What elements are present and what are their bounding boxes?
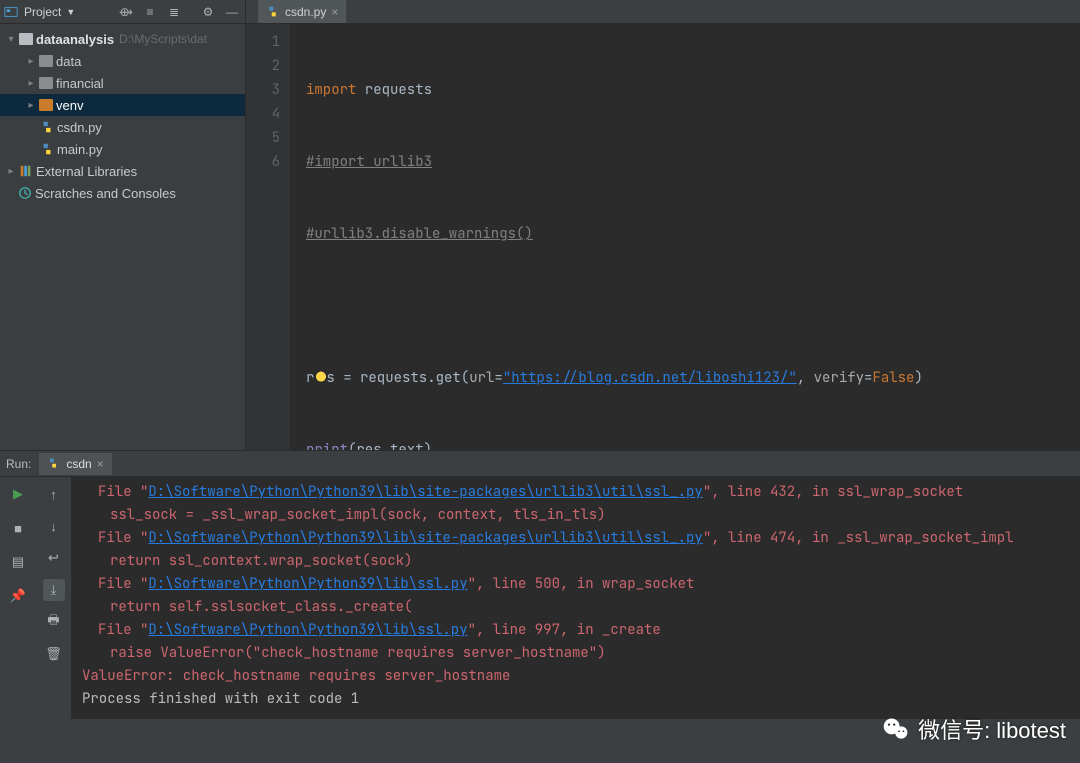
run-header: Run: csdn × <box>0 451 1080 477</box>
line-number: 4 <box>246 102 280 126</box>
tab-label: csdn.py <box>285 5 326 19</box>
tree-item-financial[interactable]: ▸ financial <box>0 72 245 94</box>
code-text: s = requests.get( <box>326 366 469 390</box>
editor-tab-csdn[interactable]: csdn.py × <box>258 0 346 23</box>
project-icon <box>4 5 18 19</box>
folder-icon <box>39 55 53 67</box>
builtin-print: print <box>306 438 348 450</box>
comment: #import urllib3 <box>306 150 432 174</box>
project-label[interactable]: Project <box>24 5 61 19</box>
run-nav-gutter: ↑ ↓ ↩ ⤓ 🖶 🗑 <box>36 477 72 719</box>
chevron-right-icon[interactable]: ▸ <box>6 166 16 177</box>
down-arrow-icon[interactable]: ↓ <box>43 515 65 537</box>
kw-import: import <box>306 78 356 102</box>
folder-icon <box>39 77 53 89</box>
line-number: 1 <box>246 30 280 54</box>
chevron-right-icon[interactable]: ▸ <box>26 56 36 67</box>
soft-wrap-icon[interactable]: ↩ <box>43 547 65 569</box>
param: url <box>469 366 494 390</box>
run-console[interactable]: File "D:\Software\Python\Python39\lib\si… <box>72 477 1080 719</box>
run-label: Run: <box>6 457 31 471</box>
collapse-all-icon[interactable]: ≣ <box>165 3 183 21</box>
chevron-right-icon[interactable]: ▸ <box>26 78 36 89</box>
line-number: 2 <box>246 54 280 78</box>
root-path: D:\MyScripts\dat <box>119 32 207 46</box>
run-tab-csdn[interactable]: csdn × <box>39 453 111 475</box>
python-file-icon <box>47 457 61 471</box>
chevron-down-icon[interactable]: ▼ <box>66 7 75 17</box>
editor-tabbar: csdn.py × <box>246 0 1080 24</box>
trash-icon[interactable]: 🗑 <box>43 643 65 665</box>
line-number: 6 <box>246 150 280 174</box>
root-name: dataanalysis <box>36 32 114 47</box>
param: verify <box>814 366 864 390</box>
editor-area: csdn.py × 1 2 3 4 5 6 import requests #i… <box>246 0 1080 450</box>
tree-label: csdn.py <box>57 120 102 135</box>
code-text: (res.text <box>348 438 424 450</box>
print-icon[interactable]: 🖶 <box>43 611 65 633</box>
code-editor[interactable]: 1 2 3 4 5 6 import requests #import urll… <box>246 24 1080 450</box>
python-file-icon <box>266 5 280 19</box>
chevron-right-icon[interactable]: ▸ <box>26 100 36 111</box>
tree-item-venv[interactable]: ▸ venv <box>0 94 245 116</box>
code-text: ) <box>424 438 432 450</box>
hide-icon[interactable]: — <box>223 3 241 21</box>
line-number: 5 <box>246 126 280 150</box>
url-string: "https://blog.csdn.net/liboshi123/" <box>503 366 797 390</box>
tree-item-external[interactable]: ▸ External Libraries <box>0 160 245 182</box>
tree-label: External Libraries <box>36 164 137 179</box>
expand-all-icon[interactable]: ≡ <box>141 3 159 21</box>
code-body[interactable]: import requests #import urllib3 #urllib3… <box>290 24 1080 450</box>
folder-icon <box>19 33 33 45</box>
run-tab-label: csdn <box>66 457 91 471</box>
pin-icon[interactable]: 📌 <box>7 585 29 607</box>
tree-label: financial <box>56 76 104 91</box>
folder-icon <box>39 99 53 111</box>
watermark: 微信号: libotest <box>882 713 1066 745</box>
close-icon[interactable]: × <box>331 5 338 19</box>
chevron-down-icon[interactable]: ▾ <box>6 34 16 45</box>
tree-label: Scratches and Consoles <box>35 186 176 201</box>
project-tool-window: Project ▼ ⟴ ≡ ≣ ⚙ — ▾ dataanalysis D:\My… <box>0 0 246 450</box>
stop-icon[interactable]: ■ <box>7 517 29 539</box>
tree-item-main[interactable]: main.py <box>0 138 245 160</box>
libraries-icon <box>19 164 33 178</box>
up-arrow-icon[interactable]: ↑ <box>43 483 65 505</box>
code-text: , <box>797 366 814 390</box>
locate-icon[interactable]: ⟴ <box>117 3 135 21</box>
code-text: = <box>494 366 502 390</box>
tree-root[interactable]: ▾ dataanalysis D:\MyScripts\dat <box>0 28 245 50</box>
scroll-end-icon[interactable]: ⤓ <box>43 579 65 601</box>
wechat-icon <box>882 715 910 743</box>
code-text: requests <box>356 78 432 102</box>
watermark-label: 微信号: libotest <box>918 713 1066 745</box>
run-tool-window: Run: csdn × ▶ ■ ▤ 📌 ↑ ↓ ↩ ⤓ 🖶 🗑 File "D:… <box>0 450 1080 719</box>
project-tree[interactable]: ▾ dataanalysis D:\MyScripts\dat ▸ data ▸… <box>0 24 245 450</box>
tree-item-csdn[interactable]: csdn.py <box>0 116 245 138</box>
project-toolbar: Project ▼ ⟴ ≡ ≣ ⚙ — <box>0 0 245 24</box>
tree-item-data[interactable]: ▸ data <box>0 50 245 72</box>
python-file-icon <box>40 120 54 134</box>
rerun-icon[interactable]: ▶ <box>7 483 29 505</box>
code-text: ) <box>914 366 922 390</box>
tree-label: main.py <box>57 142 103 157</box>
python-file-icon <box>40 142 54 156</box>
tree-label: venv <box>56 98 83 113</box>
line-number: 3 <box>246 78 280 102</box>
comment: #urllib3.disable_warnings() <box>306 222 533 246</box>
layout-icon[interactable]: ▤ <box>7 551 29 573</box>
code-text: = <box>864 366 872 390</box>
kw-false: False <box>872 366 914 390</box>
code-text: r <box>306 366 314 390</box>
line-gutter: 1 2 3 4 5 6 <box>246 24 290 450</box>
close-icon[interactable]: × <box>97 457 104 471</box>
tree-label: data <box>56 54 81 69</box>
run-exec-gutter: ▶ ■ ▤ 📌 <box>0 477 36 719</box>
scratches-icon <box>18 186 32 200</box>
settings-icon[interactable]: ⚙ <box>199 3 217 21</box>
tree-item-scratches[interactable]: Scratches and Consoles <box>0 182 245 204</box>
